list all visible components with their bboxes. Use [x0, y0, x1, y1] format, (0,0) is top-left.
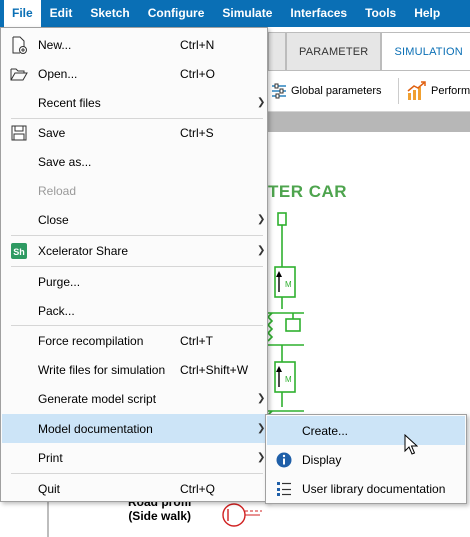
quit-label: Quit	[38, 481, 61, 496]
reload-label: Reload	[38, 183, 77, 198]
submenu-item-display[interactable]: Display	[267, 445, 465, 474]
mass-block-lower: M	[274, 361, 296, 393]
save-disk-icon	[11, 125, 27, 141]
global-parameters-label: Global parameters	[291, 85, 382, 97]
menu-item-pack[interactable]: Pack...	[2, 296, 267, 325]
xcelerator-share-icon: Sh	[11, 243, 27, 259]
tab-simulation[interactable]: SIMULATION	[381, 32, 470, 70]
menu-help[interactable]: Help	[405, 0, 449, 27]
file-menu-dropdown: New... Ctrl+N Open... Ctrl+O Recent file…	[0, 27, 268, 502]
chevron-right-icon: ❯	[257, 245, 266, 256]
chevron-right-icon: ❯	[257, 393, 266, 404]
create-label: Create...	[302, 423, 349, 438]
performance-button[interactable]: Perform	[406, 71, 470, 111]
tab-parameter[interactable]: PARAMETER	[286, 32, 382, 70]
submenu-item-create[interactable]: Create...	[267, 416, 465, 445]
menu-item-save[interactable]: Save Ctrl+S	[2, 118, 267, 147]
model-documentation-submenu: Create... Display User library documenta…	[265, 414, 467, 504]
write-files-label: Write files for simulation	[38, 362, 166, 377]
open-label: Open...	[38, 66, 78, 81]
global-parameters-button[interactable]: Global parameters	[270, 71, 382, 111]
open-folder-icon	[10, 68, 28, 81]
info-icon	[276, 452, 292, 468]
menu-interfaces[interactable]: Interfaces	[281, 0, 356, 27]
menu-item-generate-model-script[interactable]: Generate model script ❯	[2, 384, 267, 413]
performance-chart-icon	[407, 81, 426, 100]
menu-item-open[interactable]: Open... Ctrl+O	[2, 59, 267, 88]
mouse-pointer-icon	[404, 434, 418, 455]
user-library-label: User library documentation	[302, 481, 446, 496]
new-shortcut: Ctrl+N	[180, 37, 215, 52]
save-as-label: Save as...	[38, 154, 92, 169]
recent-files-label: Recent files	[38, 95, 101, 110]
menu-item-write-files[interactable]: Write files for simulation Ctrl+Shift+W	[2, 355, 267, 384]
svg-text:Sh: Sh	[13, 247, 25, 257]
generate-model-script-label: Generate model script	[38, 391, 157, 406]
menu-item-reload: Reload	[2, 176, 267, 205]
submenu-item-user-library-documentation[interactable]: User library documentation	[267, 474, 465, 503]
tab-strip-bar	[268, 112, 470, 132]
chevron-right-icon: ❯	[257, 97, 266, 108]
menu-item-model-documentation[interactable]: Model documentation ❯	[2, 414, 267, 443]
sliders-icon	[272, 83, 286, 99]
library-list-icon	[277, 482, 291, 496]
force-recompilation-shortcut: Ctrl+T	[180, 333, 213, 348]
menu-simulate[interactable]: Simulate	[213, 0, 281, 27]
performance-label: Perform	[431, 85, 470, 97]
menu-item-print[interactable]: Print ❯	[2, 443, 267, 472]
menu-item-save-as[interactable]: Save as...	[2, 147, 267, 176]
mode-tabs: PARAMETER SIMULATION	[268, 32, 470, 70]
road-label-line2: (Side walk)	[128, 509, 191, 523]
menu-item-new[interactable]: New... Ctrl+N	[2, 30, 267, 59]
purge-label: Purge...	[38, 274, 81, 289]
pack-label: Pack...	[38, 303, 75, 318]
write-files-shortcut: Ctrl+Shift+W	[180, 362, 249, 377]
menu-edit[interactable]: Edit	[41, 0, 82, 27]
xcelerator-share-label: Xcelerator Share	[38, 243, 129, 258]
save-label: Save	[38, 125, 66, 140]
save-shortcut: Ctrl+S	[180, 125, 214, 140]
menu-item-recent-files[interactable]: Recent files ❯	[2, 88, 267, 117]
svg-text:M: M	[285, 375, 292, 384]
model-documentation-label: Model documentation	[38, 421, 153, 436]
new-file-icon	[12, 36, 27, 54]
quarter-car-model-diagram: M M	[266, 212, 304, 438]
force-recompilation-label: Force recompilation	[38, 333, 144, 348]
menu-tools[interactable]: Tools	[356, 0, 405, 27]
close-label: Close	[38, 212, 69, 227]
ribbon-divider	[398, 78, 399, 104]
open-shortcut: Ctrl+O	[180, 66, 216, 81]
ribbon: Global parameters Perform	[268, 70, 470, 112]
display-label: Display	[302, 452, 342, 467]
print-label: Print	[38, 450, 63, 465]
menu-item-purge[interactable]: Purge...	[2, 267, 267, 296]
model-title-text: TER CAR	[268, 182, 348, 201]
menu-bar: File Edit Sketch Configure Simulate Inte…	[0, 0, 470, 27]
chevron-right-icon: ❯	[257, 214, 266, 225]
menu-item-force-recompilation[interactable]: Force recompilation Ctrl+T	[2, 326, 267, 355]
mass-block-upper: M	[274, 266, 296, 298]
menu-file[interactable]: File	[4, 0, 41, 27]
spring-damper-upper	[266, 312, 304, 346]
tab-previous[interactable]	[268, 32, 286, 70]
menu-configure[interactable]: Configure	[139, 0, 214, 27]
menu-item-xcelerator-share[interactable]: Sh Xcelerator Share ❯	[2, 236, 267, 265]
menu-item-close[interactable]: Close ❯	[2, 205, 267, 234]
menu-sketch[interactable]: Sketch	[81, 0, 138, 27]
menu-item-quit[interactable]: Quit Ctrl+Q	[2, 474, 267, 503]
svg-text:M: M	[285, 280, 292, 289]
new-label: New...	[38, 37, 72, 52]
quit-shortcut: Ctrl+Q	[180, 481, 216, 496]
